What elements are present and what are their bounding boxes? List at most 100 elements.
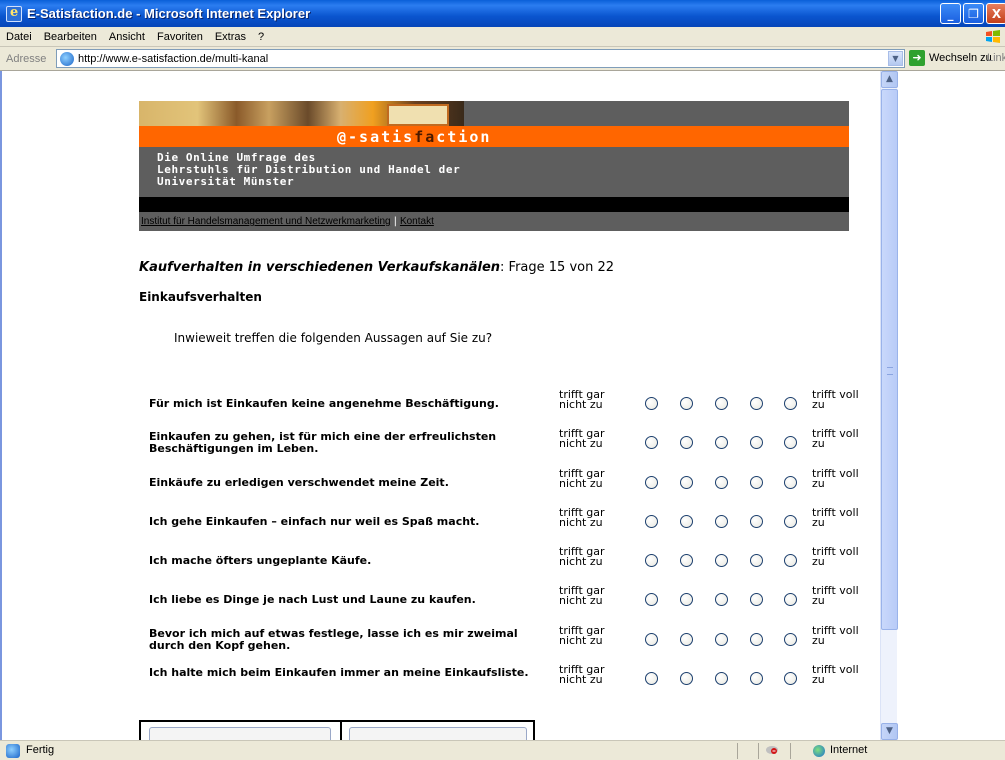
likert-radio-5[interactable] — [784, 397, 797, 410]
links-toolbar[interactable]: Link — [987, 52, 1005, 64]
likert-row: Ich liebe es Dinge je nach Lust und Laun… — [2, 584, 880, 626]
minimize-button[interactable]: _ — [940, 3, 961, 24]
likert-radio-1[interactable] — [645, 515, 658, 528]
scroll-up-icon[interactable]: ▲ — [881, 71, 898, 88]
likert-radio-3[interactable] — [715, 515, 728, 528]
likert-radio-3[interactable] — [715, 633, 728, 646]
likert-radio-2[interactable] — [680, 554, 693, 567]
go-button[interactable]: ➜ Wechseln zu — [909, 50, 992, 66]
statement-text: Ich mache öfters ungeplante Käufe. — [149, 554, 372, 567]
menu-help[interactable]: ? — [252, 31, 270, 43]
likert-radio-2[interactable] — [680, 476, 693, 489]
back-button[interactable] — [149, 727, 331, 740]
likert-radio-1[interactable] — [645, 633, 658, 646]
banner-black-bar — [139, 197, 849, 212]
likert-radio-3[interactable] — [715, 436, 728, 449]
page-content: @-satisfaction Die Online Umfrage des Le… — [2, 71, 880, 740]
likert-radio-3[interactable] — [715, 593, 728, 606]
address-url[interactable]: http://www.e-satisfaction.de/multi-kanal — [78, 53, 268, 65]
window-controls: _ ❐ X — [940, 3, 1005, 24]
internet-globe-icon — [813, 745, 825, 757]
logo-highlight: fa — [414, 128, 437, 146]
address-bar: Adresse http://www.e-satisfaction.de/mul… — [0, 47, 1005, 71]
likert-radio-4[interactable] — [750, 593, 763, 606]
likert-radio-4[interactable] — [750, 672, 763, 685]
next-button[interactable] — [349, 727, 527, 740]
status-text: Fertig — [26, 744, 55, 756]
scale-right-label: trifft voll zu — [812, 388, 859, 411]
likert-radio-2[interactable] — [680, 397, 693, 410]
likert-radio-3[interactable] — [715, 476, 728, 489]
section-title: Kaufverhalten in verschiedenen Verkaufsk… — [139, 260, 501, 275]
contact-link[interactable]: Kontakt — [400, 216, 434, 227]
menu-ansicht[interactable]: Ansicht — [103, 31, 151, 43]
topic-title: Einkaufsverhalten — [139, 290, 262, 304]
likert-radio-4[interactable] — [750, 633, 763, 646]
status-divider — [790, 743, 791, 759]
likert-radio-1[interactable] — [645, 672, 658, 685]
likert-radio-4[interactable] — [750, 515, 763, 528]
banner-subtitle: Die Online Umfrage des Lehrstuhls für Di… — [157, 152, 460, 188]
likert-radio-2[interactable] — [680, 436, 693, 449]
scale-right-label: trifft voll zu — [812, 427, 859, 450]
likert-radio-3[interactable] — [715, 672, 728, 685]
maximize-button[interactable]: ❐ — [963, 3, 984, 24]
likert-radio-5[interactable] — [784, 476, 797, 489]
scroll-down-icon[interactable]: ▼ — [881, 723, 898, 740]
status-divider — [737, 743, 738, 759]
vertical-scrollbar[interactable]: ▲ ▼ — [880, 71, 898, 740]
status-divider — [758, 743, 759, 759]
address-input[interactable]: http://www.e-satisfaction.de/multi-kanal… — [56, 49, 905, 68]
scale-right-label: trifft voll zu — [812, 467, 859, 490]
likert-row: Einkaufen zu gehen, ist für mich eine de… — [2, 427, 880, 469]
institute-link[interactable]: Institut für Handelsmanagement und Netzw… — [141, 216, 391, 227]
likert-radio-1[interactable] — [645, 554, 658, 567]
likert-radio-1[interactable] — [645, 476, 658, 489]
chevron-down-icon[interactable]: ▼ — [888, 51, 903, 66]
statement-text: Ich gehe Einkaufen – einfach nur weil es… — [149, 515, 480, 528]
question-prompt: Inwieweit treffen die folgenden Aussagen… — [174, 331, 493, 345]
statement-text: Ich liebe es Dinge je nach Lust und Laun… — [149, 593, 476, 606]
likert-radio-5[interactable] — [784, 593, 797, 606]
likert-radio-5[interactable] — [784, 554, 797, 567]
likert-radio-5[interactable] — [784, 672, 797, 685]
menu-favoriten[interactable]: Favoriten — [151, 31, 209, 43]
site-logo: @-satisfaction — [337, 128, 491, 146]
likert-radio-4[interactable] — [750, 397, 763, 410]
scrollbar-grip — [887, 367, 893, 375]
menu-bearbeiten[interactable]: Bearbeiten — [38, 31, 103, 43]
menu-datei[interactable]: Datei — [0, 31, 38, 43]
scrollbar-thumb[interactable] — [881, 89, 898, 630]
banner-photo — [139, 101, 464, 126]
banner-paper-graphic — [387, 104, 449, 126]
likert-radio-1[interactable] — [645, 593, 658, 606]
likert-row: Für mich ist Einkaufen keine angenehme B… — [2, 388, 880, 430]
likert-radio-2[interactable] — [680, 633, 693, 646]
likert-radio-1[interactable] — [645, 397, 658, 410]
likert-radio-5[interactable] — [784, 515, 797, 528]
scale-right-label: trifft voll zu — [812, 584, 859, 607]
likert-radio-3[interactable] — [715, 397, 728, 410]
likert-radio-5[interactable] — [784, 436, 797, 449]
menu-bar: Datei Bearbeiten Ansicht Favoriten Extra… — [0, 27, 1005, 47]
likert-radio-1[interactable] — [645, 436, 658, 449]
scale-right-label: trifft voll zu — [812, 624, 859, 647]
question-counter: : Frage 15 von 22 — [500, 260, 615, 275]
likert-radio-5[interactable] — [784, 633, 797, 646]
likert-radio-3[interactable] — [715, 554, 728, 567]
scale-left-label: trifft gar nicht zu — [559, 545, 605, 568]
statement-text: Bevor ich mich auf etwas festlege, lasse… — [149, 627, 518, 652]
likert-radio-4[interactable] — [750, 436, 763, 449]
banner-nav: Institut für Handelsmanagement und Netzw… — [139, 212, 849, 231]
likert-radio-4[interactable] — [750, 476, 763, 489]
scale-left-label: trifft gar nicht zu — [559, 624, 605, 647]
close-button[interactable]: X — [986, 3, 1005, 24]
likert-row: Ich halte mich beim Einkaufen immer an m… — [2, 664, 880, 705]
likert-radio-4[interactable] — [750, 554, 763, 567]
statement-text: Einkäufe zu erledigen verschwendet meine… — [149, 476, 449, 489]
likert-radio-2[interactable] — [680, 593, 693, 606]
menu-extras[interactable]: Extras — [209, 31, 252, 43]
likert-radio-2[interactable] — [680, 515, 693, 528]
likert-radio-2[interactable] — [680, 672, 693, 685]
windows-flag-icon — [986, 30, 1000, 43]
